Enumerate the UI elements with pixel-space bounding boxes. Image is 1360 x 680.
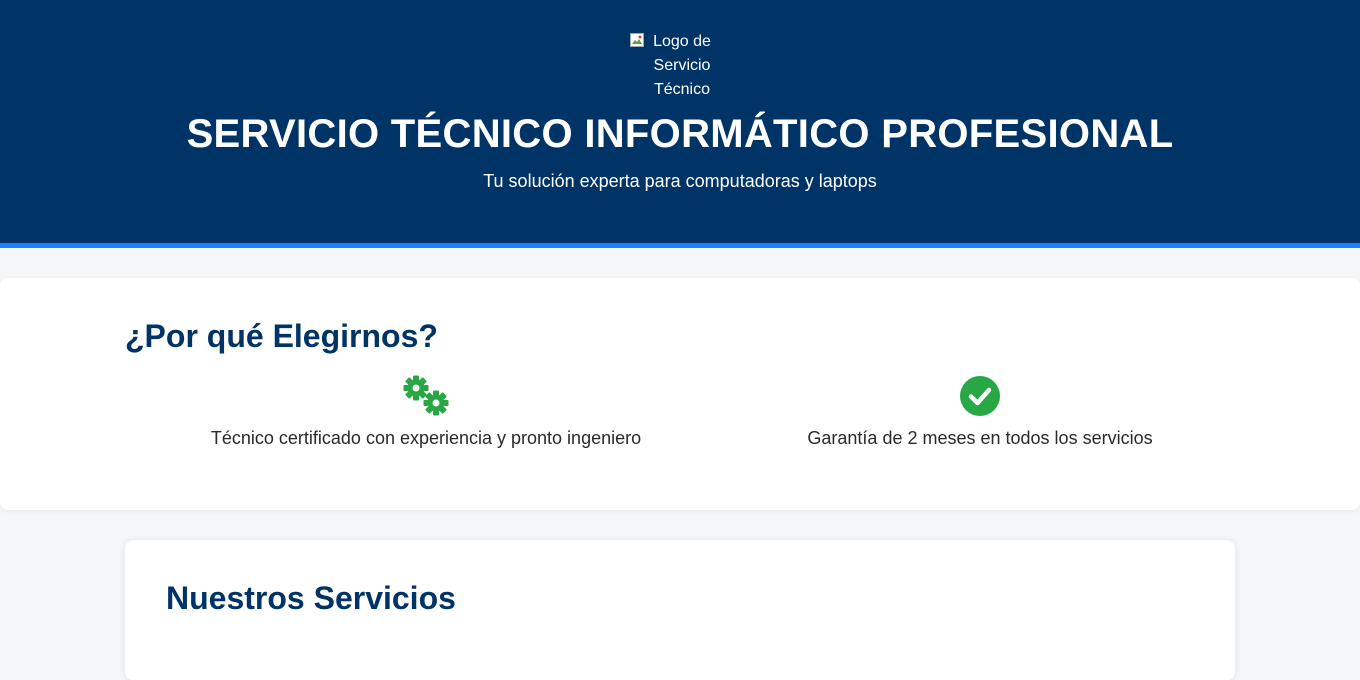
services-heading: Nuestros Servicios: [166, 580, 456, 616]
why-heading: ¿Por qué Elegirnos?: [125, 318, 438, 354]
page-title: SERVICIO TÉCNICO INFORMÁTICO PROFESIONAL: [186, 112, 1174, 156]
feature-certified-technician: Técnico certificado con experiencia y pr…: [146, 374, 706, 449]
feature-warranty: Garantía de 2 meses en todos los servici…: [700, 374, 1260, 449]
feature-text: Garantía de 2 meses en todos los servici…: [807, 428, 1153, 448]
logo-image: Logo de Servicio Técnico: [628, 30, 732, 102]
gears-icon: [403, 375, 449, 416]
page-subtitle: Tu solución experta para computadoras y …: [483, 171, 877, 191]
broken-image-icon: [630, 33, 644, 47]
feature-text: Técnico certificado con experiencia y pr…: [210, 428, 642, 448]
check-circle-icon: [960, 376, 1000, 416]
services-section: Nuestros Servicios: [125, 540, 1235, 680]
why-choose-us-section: ¿Por qué Elegirnos? Técnico certificado …: [0, 278, 1360, 510]
site-header: Logo de Servicio Técnico SERVICIO TÉCNIC…: [0, 0, 1360, 248]
